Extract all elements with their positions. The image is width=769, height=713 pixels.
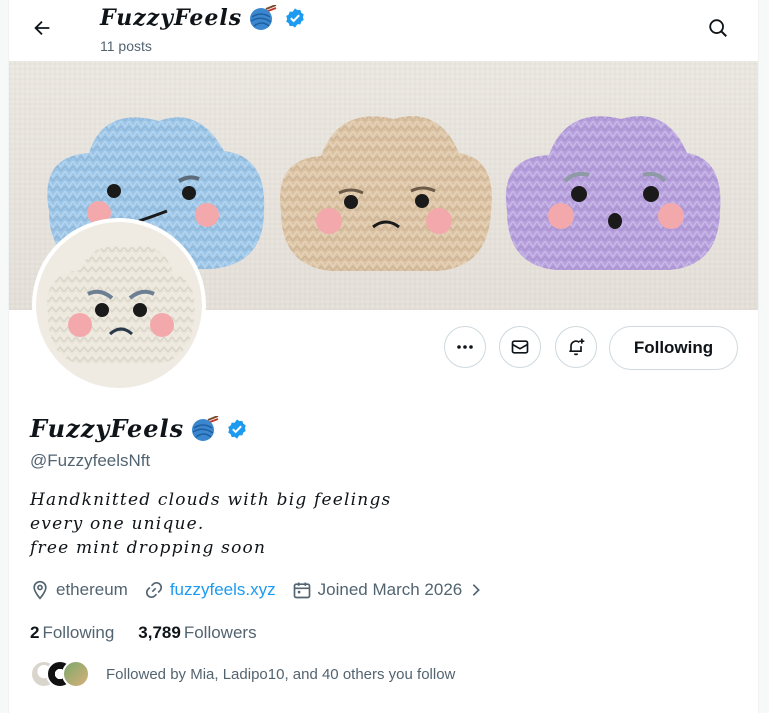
notify-button[interactable] <box>555 326 597 368</box>
bio-line: free mint dropping soon <box>30 538 267 558</box>
avatar-image <box>36 222 202 388</box>
avatar <box>62 660 90 688</box>
bio-line: Handknitted clouds with big feelings <box>30 490 392 510</box>
back-button[interactable] <box>23 9 61 47</box>
follow-stats: 2 Following 3,789 Followers <box>30 623 257 643</box>
followers-stat[interactable]: 3,789 Followers <box>138 623 256 643</box>
verified-badge-icon <box>286 8 304 28</box>
verified-badge-icon[interactable] <box>226 418 248 440</box>
search-icon <box>709 19 727 37</box>
following-button[interactable]: Following <box>609 326 738 370</box>
website-link[interactable]: fuzzyfeels.xyz <box>170 580 276 600</box>
profile-meta: ethereum fuzzyfeels.xyz Joined March 202… <box>30 580 500 600</box>
followers-label: Followers <box>183 623 257 642</box>
bio-line: every one unique. <box>30 514 205 534</box>
bell-plus-icon <box>569 338 585 356</box>
more-dots-icon <box>457 345 473 349</box>
joined-text: Joined March 2026 <box>317 580 463 599</box>
location-pin-icon <box>33 580 47 600</box>
beige-cloud <box>280 116 492 271</box>
followed-by-text: Followed by Mia, Ladipo10, and 40 others… <box>106 665 456 683</box>
followers-count: 3,789 <box>138 623 181 642</box>
envelope-icon <box>511 340 529 354</box>
post-count: 11 posts <box>100 38 152 54</box>
arrow-left-icon <box>34 20 50 36</box>
message-button[interactable] <box>499 326 541 368</box>
yarn-ball-emoji-icon <box>250 5 277 30</box>
joined-date: Joined March 2026 <box>292 580 485 600</box>
location-text: ethereum <box>56 580 128 599</box>
website[interactable]: fuzzyfeels.xyz <box>144 580 276 600</box>
profile-name: FuzzyFeels <box>30 414 185 443</box>
following-label: Following <box>42 623 115 642</box>
yarn-ball-emoji-icon <box>192 415 219 441</box>
header-title: FuzzyFeels <box>100 5 306 31</box>
following-count: 2 <box>30 623 40 642</box>
profile-bio: Handknitted clouds with big feelings eve… <box>30 488 391 560</box>
header-name: FuzzyFeels <box>100 5 243 31</box>
chevron-right-icon[interactable] <box>468 582 484 598</box>
top-bar: FuzzyFeels 11 posts <box>9 0 758 60</box>
search-button[interactable] <box>700 10 736 46</box>
followed-by[interactable]: Followed by Mia, Ladipo10, and 40 others… <box>30 660 455 688</box>
profile-handle: @FuzzyfeelsNft <box>30 451 151 470</box>
calendar-icon <box>293 582 310 599</box>
profile-avatar[interactable] <box>32 218 206 392</box>
following-stat[interactable]: 2 Following <box>30 623 114 643</box>
purple-cloud <box>505 116 721 270</box>
more-button[interactable] <box>444 326 486 368</box>
profile-page: FuzzyFeels 11 posts Following FuzzyFeels… <box>8 0 759 713</box>
display-name: FuzzyFeels <box>30 414 248 443</box>
location: ethereum <box>30 580 128 600</box>
link-icon <box>145 581 162 599</box>
